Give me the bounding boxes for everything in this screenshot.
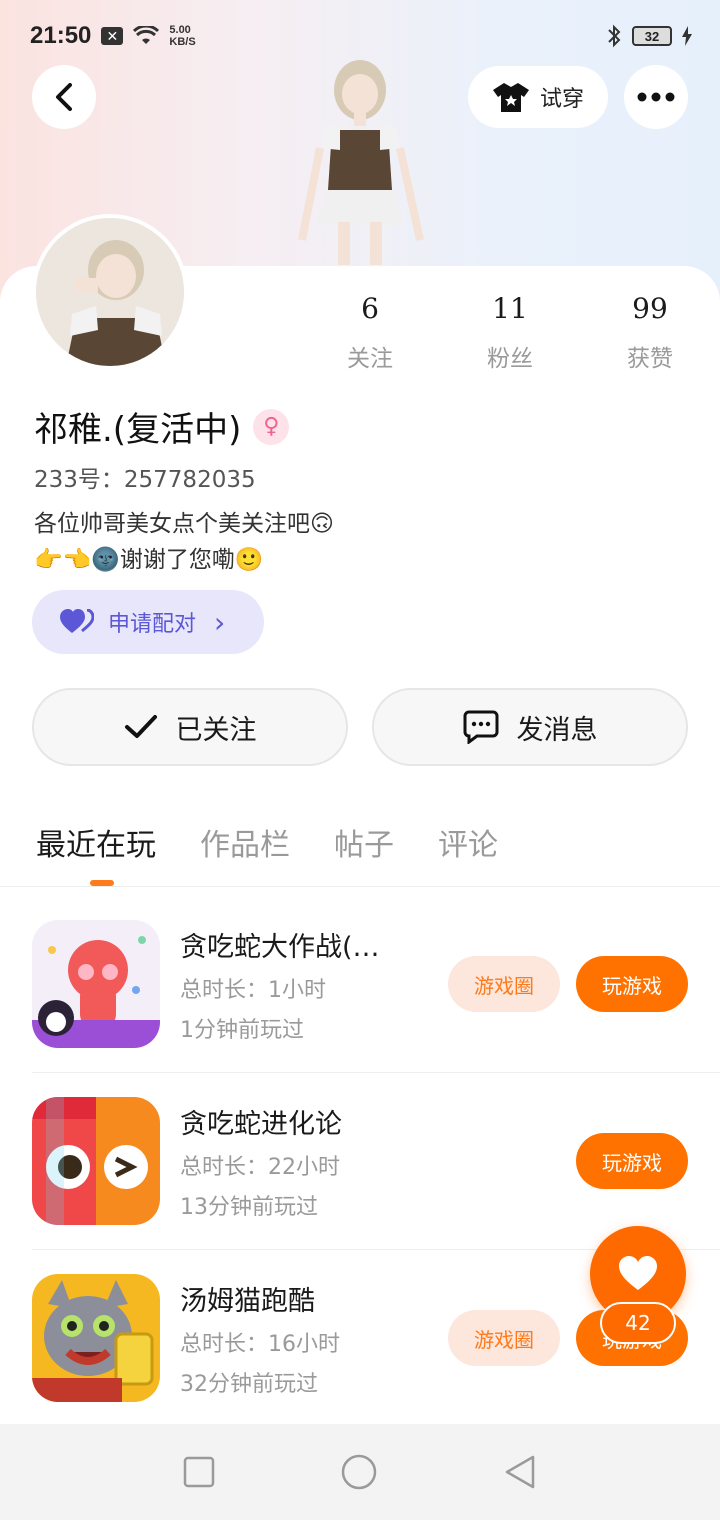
bluetooth-icon <box>608 24 621 48</box>
chevron-right-icon: › <box>214 605 226 639</box>
network-speed: 5.00 KB/S <box>169 24 196 48</box>
pair-label: 申请配对 <box>108 612 197 637</box>
system-navigation-bar <box>0 1424 720 1520</box>
shirt-icon <box>492 83 529 112</box>
gender-female-icon: ♀ <box>253 408 290 445</box>
game-icon-tom-cat-runner <box>32 1274 160 1402</box>
charging-icon <box>682 26 692 46</box>
notification-icon: ✕ <box>101 27 124 45</box>
heart-icon <box>619 1256 657 1290</box>
tryon-button[interactable]: 试穿 <box>468 66 608 128</box>
back-nav-button[interactable] <box>503 1454 537 1490</box>
game-list-item[interactable]: 贪吃蛇大作战(… 总时长：1小时 1分钟前玩过 游戏圈 玩游戏 <box>32 896 688 1072</box>
play-game-button[interactable]: 玩游戏 <box>576 956 688 1012</box>
tryon-label: 试穿 <box>539 87 584 112</box>
stat-value: 99 <box>632 292 668 325</box>
hearts-icon <box>60 609 94 633</box>
game-duration: 总时长：16小时 <box>180 1331 340 1357</box>
divider <box>0 886 720 887</box>
tab-comments[interactable]: 评论 <box>438 820 498 864</box>
bio-line: 👉👈🌚谢谢了您嘞🙂 <box>34 547 264 573</box>
game-title: 贪吃蛇进化论 <box>180 1108 342 1140</box>
game-duration: 总时长：22小时 <box>180 1154 340 1180</box>
profile-bio: 各位帅哥美女点个美关注吧🙃 👉👈🌚谢谢了您嘞🙂 <box>34 506 334 578</box>
followed-label: 已关注 <box>175 714 257 746</box>
followed-button[interactable]: 已关注 <box>32 688 348 766</box>
check-icon <box>124 715 157 738</box>
stat-label: 粉丝 <box>487 346 533 372</box>
profile-stats: 6 关注 11 粉丝 99 获赞 <box>300 292 720 373</box>
bio-line: 各位帅哥美女点个美关注吧🙃 <box>34 511 334 537</box>
more-dots-icon <box>637 92 675 102</box>
home-button[interactable] <box>340 1453 378 1491</box>
chevron-left-icon <box>56 83 72 111</box>
game-last-played: 32分钟前玩过 <box>180 1371 318 1397</box>
game-last-played: 13分钟前玩过 <box>180 1194 318 1220</box>
tab-recently-played[interactable]: 最近在玩 <box>36 820 156 864</box>
pair-request-button[interactable]: 申请配对 › <box>32 590 264 654</box>
name-row: 祁稚.(复活中) ♀ <box>34 402 290 451</box>
game-duration: 总时长：1小时 <box>180 977 326 1003</box>
stat-value: 6 <box>361 292 379 325</box>
game-circle-button[interactable]: 游戏圈 <box>448 1310 560 1366</box>
like-count-badge: 42 <box>600 1302 676 1344</box>
stat-value: 11 <box>492 292 528 325</box>
back-button[interactable] <box>32 65 96 129</box>
game-circle-button[interactable]: 游戏圈 <box>448 956 560 1012</box>
stat-label: 关注 <box>347 346 393 372</box>
avatar-character-image <box>280 50 440 265</box>
game-title: 汤姆猫跑酷 <box>180 1285 315 1317</box>
game-title: 贪吃蛇大作战(… <box>180 931 380 963</box>
play-game-button[interactable]: 玩游戏 <box>576 1133 688 1189</box>
content-tabs: 最近在玩 作品栏 帖子 评论 <box>36 820 498 864</box>
profile-name: 祁稚.(复活中) <box>34 410 242 450</box>
tab-works[interactable]: 作品栏 <box>200 820 290 864</box>
message-label: 发消息 <box>516 714 598 746</box>
status-time: 21:50 <box>30 22 92 49</box>
game-last-played: 1分钟前玩过 <box>180 1017 304 1043</box>
stat-following[interactable]: 6 关注 <box>300 292 440 373</box>
user-id[interactable]: 233号：257782035 <box>34 460 256 494</box>
chat-bubble-icon <box>463 710 498 744</box>
battery-indicator: 32 <box>632 26 672 46</box>
game-icon-snake-evolution <box>32 1097 160 1225</box>
stat-label: 获赞 <box>627 346 673 372</box>
game-list-item[interactable]: 贪吃蛇进化论 总时长：22小时 13分钟前玩过 玩游戏 <box>32 1073 688 1249</box>
tab-posts[interactable]: 帖子 <box>334 820 394 864</box>
avatar[interactable] <box>32 214 188 370</box>
stat-likes[interactable]: 99 获赞 <box>580 292 720 373</box>
game-icon-snake-battle <box>32 920 160 1048</box>
more-button[interactable] <box>624 65 688 129</box>
recent-apps-button[interactable] <box>183 1456 215 1488</box>
wifi-icon <box>133 26 160 44</box>
send-message-button[interactable]: 发消息 <box>372 688 688 766</box>
stat-followers[interactable]: 11 粉丝 <box>440 292 580 373</box>
